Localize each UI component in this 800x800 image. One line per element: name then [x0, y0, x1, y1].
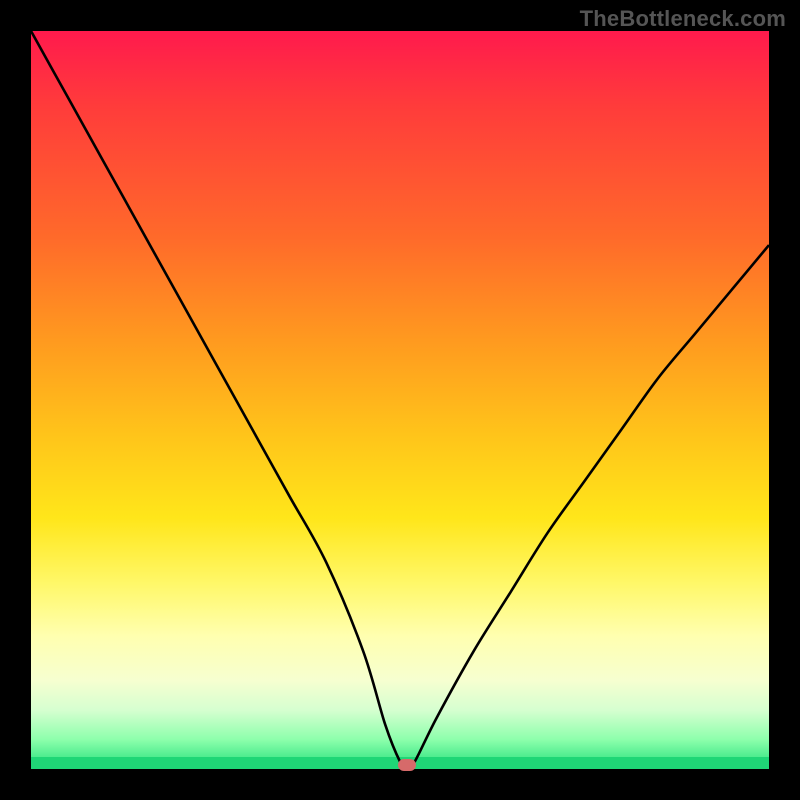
bottleneck-curve — [31, 31, 769, 769]
curve-svg — [31, 31, 769, 769]
plot-area — [31, 31, 769, 769]
chart-frame: TheBottleneck.com — [0, 0, 800, 800]
watermark-text: TheBottleneck.com — [580, 6, 786, 32]
minimum-marker — [398, 759, 416, 771]
